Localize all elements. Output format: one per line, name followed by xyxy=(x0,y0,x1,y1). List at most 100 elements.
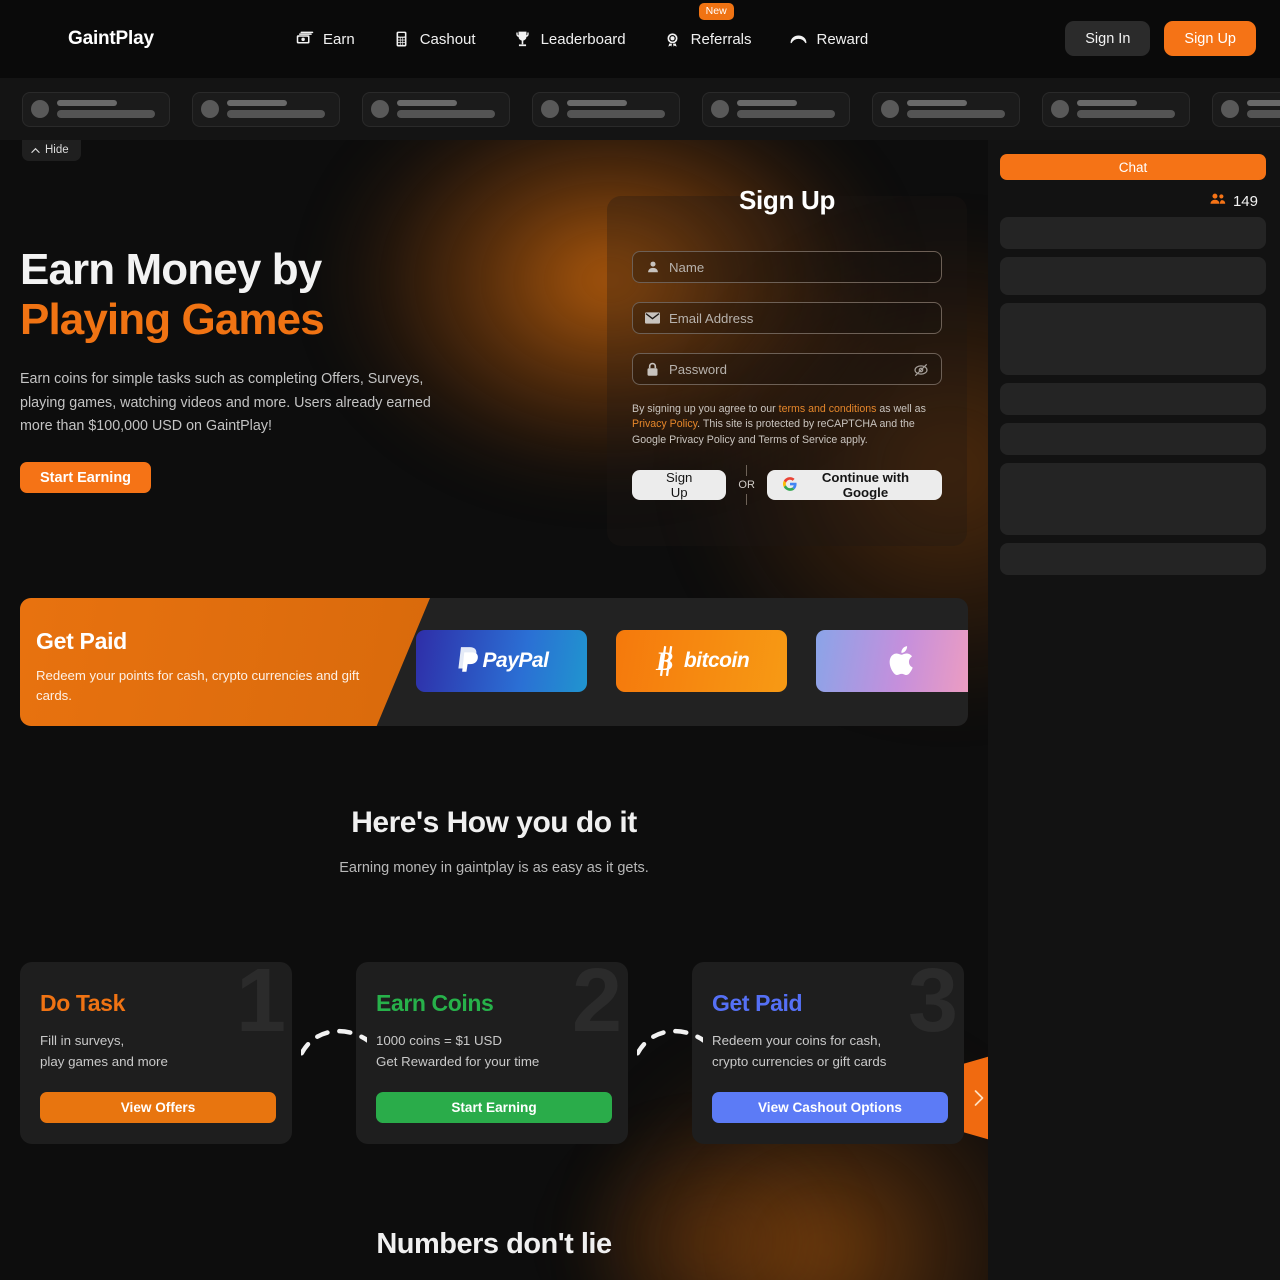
skeleton-line xyxy=(397,110,495,118)
paypal-logo-badge[interactable]: PayPal xyxy=(416,630,587,692)
step-description: 1000 coins = $1 USD Get Rewarded for you… xyxy=(376,1030,608,1073)
medal-icon xyxy=(663,30,682,49)
skeleton-line xyxy=(57,110,155,118)
start-earning-step-button[interactable]: Start Earning xyxy=(376,1092,612,1123)
step-desc-line1: 1000 coins = $1 USD xyxy=(376,1033,503,1048)
skeleton-lines xyxy=(57,100,161,118)
activity-ticker[interactable] xyxy=(0,78,1280,140)
avatar xyxy=(711,100,729,118)
chat-sidebar: Chat 149 xyxy=(988,140,1280,1280)
start-earning-button[interactable]: Start Earning xyxy=(20,462,152,494)
page-title: Earn Money by Playing Games xyxy=(20,245,490,344)
name-field[interactable]: Name xyxy=(632,251,942,283)
ticker-skeleton-card[interactable] xyxy=(872,91,1020,127)
brand-logo[interactable]: GaintPlay xyxy=(68,28,154,50)
avatar xyxy=(881,100,899,118)
trophy-icon xyxy=(513,30,532,49)
nav-item-earn[interactable]: Earn xyxy=(295,26,355,52)
paypal-label: PayPal xyxy=(482,649,549,672)
skeleton-lines xyxy=(737,100,841,118)
ticker-skeleton-card[interactable] xyxy=(1212,91,1280,127)
terms-link[interactable]: terms and conditions xyxy=(779,403,877,415)
skeleton-lines xyxy=(227,100,331,118)
step-description: Fill in surveys, play games and more xyxy=(40,1030,272,1073)
nav-item-reward[interactable]: Reward xyxy=(789,26,868,52)
sign-in-button[interactable]: Sign In xyxy=(1065,21,1151,56)
skeleton-lines xyxy=(1247,100,1280,118)
skeleton-line xyxy=(907,100,968,106)
skeleton-line xyxy=(397,100,458,106)
cash-icon xyxy=(295,30,314,49)
ticker-skeleton-card[interactable] xyxy=(1042,91,1190,127)
chat-skeleton-block xyxy=(1000,217,1266,249)
ticker-skeleton-card[interactable] xyxy=(192,91,340,127)
bitcoin-logo-badge[interactable]: B bitcoin xyxy=(616,630,787,692)
how-steps: 1 Do Task Fill in surveys, play games an… xyxy=(20,962,968,1144)
bitcoin-icon: B xyxy=(655,646,673,676)
avatar xyxy=(1221,100,1239,118)
sign-up-button[interactable]: Sign Up xyxy=(1164,21,1256,56)
chat-skeleton-block xyxy=(1000,303,1266,375)
hide-ticker-button[interactable]: Hide xyxy=(22,140,81,161)
signup-actions: Sign Up OR Continue with Google xyxy=(632,465,942,506)
skeleton-line xyxy=(567,110,665,118)
online-count-label: 149 xyxy=(1232,192,1258,210)
top-navigation-bar: GaintPlay Earn Cashout Leaderboard Refer… xyxy=(0,0,1280,78)
avatar xyxy=(31,100,49,118)
people-icon xyxy=(1210,192,1226,210)
or-label: OR xyxy=(738,479,755,492)
google-button-label: Continue with Google xyxy=(821,470,910,501)
nav-links: Earn Cashout Leaderboard Referrals New R… xyxy=(295,3,868,52)
continue-with-google-button[interactable]: Continue with Google xyxy=(766,470,942,501)
chat-skeleton-block xyxy=(1000,257,1266,295)
view-cashout-options-button[interactable]: View Cashout Options xyxy=(712,1092,948,1123)
name-placeholder: Name xyxy=(669,259,705,275)
chat-skeleton-block xyxy=(1000,383,1266,415)
password-field[interactable]: Password xyxy=(632,353,942,385)
envelope-icon xyxy=(645,311,660,326)
ticker-skeleton-card[interactable] xyxy=(22,91,170,127)
chevron-up-icon xyxy=(31,147,40,153)
skeleton-lines xyxy=(907,100,1011,118)
lock-icon xyxy=(645,362,660,377)
step-desc-line1: Redeem your coins for cash, xyxy=(712,1033,882,1048)
chat-message-skeletons xyxy=(1000,217,1268,575)
email-field[interactable]: Email Address xyxy=(632,302,942,334)
step-desc-line1: Fill in surveys, xyxy=(40,1033,125,1048)
nav-item-leaderboard[interactable]: Leaderboard xyxy=(513,26,626,52)
hero-title-line2: Playing Games xyxy=(20,294,325,344)
view-offers-button[interactable]: View Offers xyxy=(40,1092,276,1123)
nav-item-label: Leaderboard xyxy=(540,30,626,48)
google-icon xyxy=(782,476,797,494)
step-card-earn-coins: 2 Earn Coins 1000 coins = $1 USD Get Rew… xyxy=(356,962,628,1144)
step-description: Redeem your coins for cash, crypto curre… xyxy=(712,1030,944,1073)
step-desc-line2: Get Rewarded for your time xyxy=(376,1054,540,1070)
avatar xyxy=(201,100,219,118)
skeleton-line xyxy=(907,110,1005,118)
skeleton-line xyxy=(227,100,288,106)
nav-item-referrals[interactable]: Referrals New xyxy=(663,3,752,52)
skeleton-line xyxy=(567,100,628,106)
ticker-skeleton-card[interactable] xyxy=(532,91,680,127)
new-badge: New xyxy=(698,3,734,20)
atm-icon xyxy=(392,30,411,49)
toggle-password-visibility-icon[interactable] xyxy=(913,362,929,378)
ticker-skeleton-card[interactable] xyxy=(362,91,510,127)
hero-paragraph: Earn coins for simple tasks such as comp… xyxy=(20,371,431,435)
nav-item-cashout[interactable]: Cashout xyxy=(392,26,476,52)
skeleton-lines xyxy=(567,100,671,118)
signup-submit-button[interactable]: Sign Up xyxy=(632,470,727,501)
or-separator: OR xyxy=(738,465,755,506)
password-placeholder: Password xyxy=(669,361,727,377)
step-title: Earn Coins xyxy=(376,990,494,1016)
get-paid-title: Get Paid xyxy=(36,628,127,654)
chat-tab-button[interactable]: Chat xyxy=(1000,154,1266,180)
nav-item-label: Referrals xyxy=(690,30,752,48)
paypal-icon xyxy=(457,647,478,672)
ticker-skeleton-card[interactable] xyxy=(702,91,850,127)
apple-pay-logo-badge[interactable] xyxy=(816,630,968,692)
signup-heading: Sign Up xyxy=(738,185,836,215)
privacy-link[interactable]: Privacy Policy xyxy=(632,418,697,430)
skeleton-line xyxy=(1077,100,1138,106)
skeleton-lines xyxy=(1077,100,1181,118)
